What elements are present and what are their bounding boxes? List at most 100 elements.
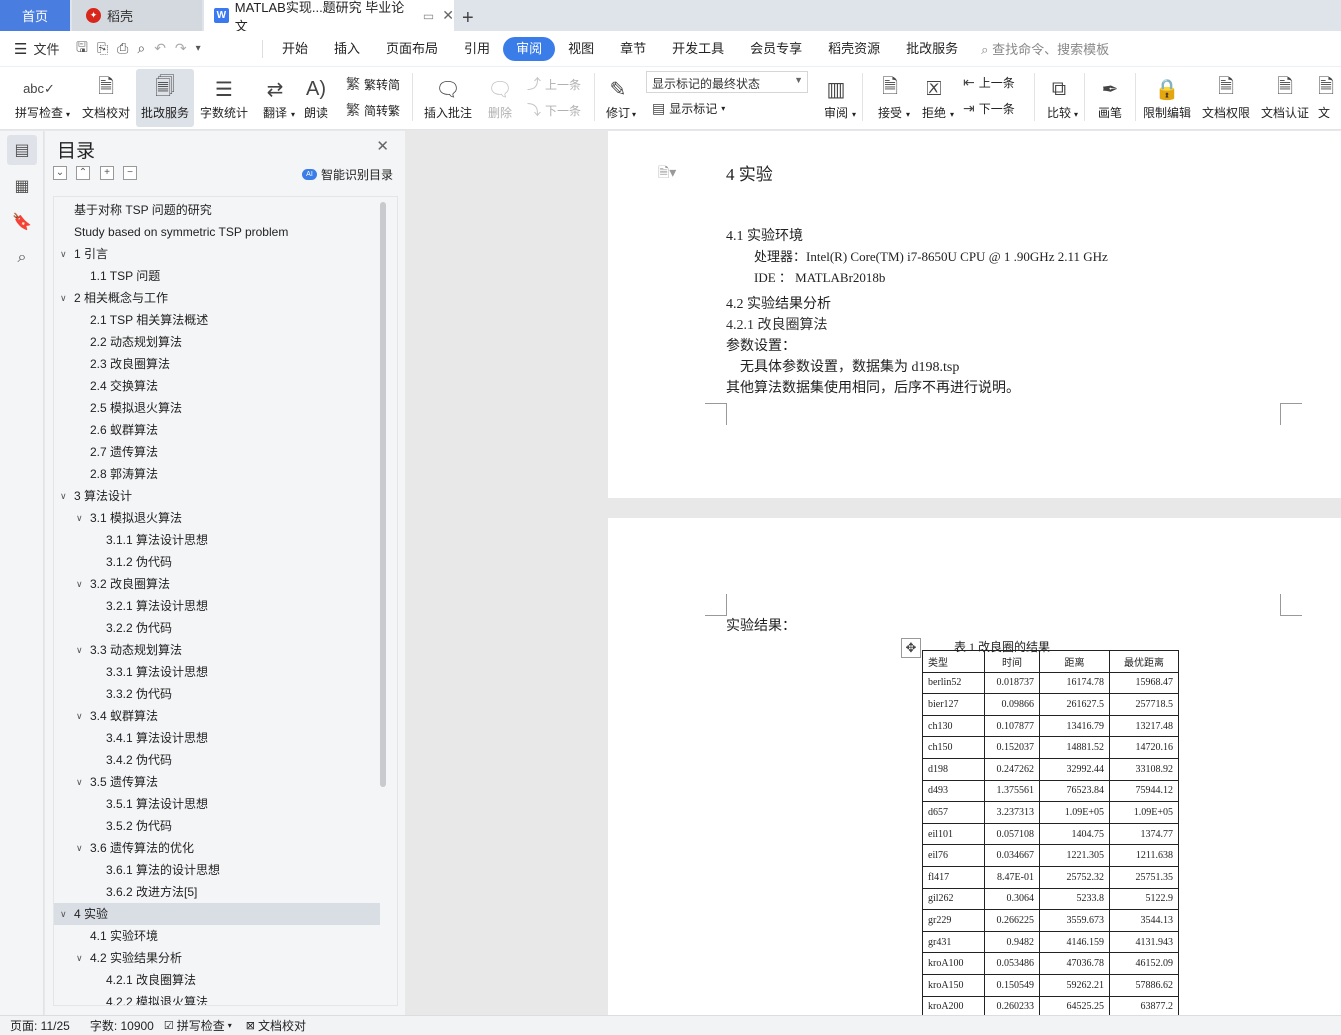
close-tab-icon[interactable]: ✕ [442,7,454,24]
toc-item[interactable]: ∨ 3 算法设计 [54,485,380,507]
chevron-down-icon[interactable]: ∨ [76,771,83,793]
toc-item[interactable]: 基于对称 TSP 问题的研究 [54,199,380,221]
toc-item[interactable]: ∨ 3.3 动态规划算法 [54,639,380,661]
word-count-button[interactable]: ☰ 字数统计 [197,69,251,127]
toc-item[interactable]: 3.5.1 算法设计思想 [54,793,380,815]
track-changes-button[interactable]: ✎ 修订 ▾ [600,69,636,127]
tab-home[interactable]: 首页 [0,0,70,31]
chevron-down-icon[interactable]: ∨ [60,243,67,265]
menu-tab[interactable]: 页面布局 [373,37,451,61]
toc-item[interactable]: 4.2.1 改良圈算法 [54,969,380,991]
customize-chevron-icon[interactable]: ▾ [196,43,201,54]
new-tab-button[interactable]: + [462,3,482,34]
toc-item[interactable]: 3.6.1 算法的设计思想 [54,859,380,881]
next-change-button[interactable]: ⇥ 下一条 [963,100,1015,117]
next-comment-button[interactable]: ⤵ 下一条 [527,100,581,120]
accept-button[interactable]: 🗎 接受 ▾ [870,69,910,127]
close-icon[interactable]: ✕ [376,137,389,155]
restrict-edit-button[interactable]: 🔒 限制编辑 [1140,69,1194,127]
read-aloud-button[interactable]: A) 朗读 [299,69,333,127]
toc-item[interactable]: 3.2.1 算法设计思想 [54,595,380,617]
toc-item[interactable]: 2.1 TSP 相关算法概述 [54,309,380,331]
toc-item[interactable]: ∨ 2 相关概念与工作 [54,287,380,309]
toc-item[interactable]: 3.1.1 算法设计思想 [54,529,380,551]
collapse-all-icon[interactable]: ⌄ [53,166,67,180]
print-icon[interactable]: ⎙ [117,40,128,57]
page-indicator[interactable]: 页面: 11/25 [10,1017,70,1034]
toc-item[interactable]: ∨ 4.2 实验结果分析 [54,947,380,969]
toc-item[interactable]: 3.2.2 伪代码 [54,617,380,639]
smart-toc-button[interactable]: AI 智能识别目录 [301,166,393,183]
menu-tab[interactable]: 开始 [269,37,321,61]
paragraph-menu-icon[interactable]: 🗎▾ [658,162,676,186]
chevron-down-icon[interactable]: ∨ [60,287,67,309]
menu-tab[interactable]: 批改服务 [893,37,971,61]
trad-to-simp-button[interactable]: 繁繁转简 [346,74,400,94]
chevron-down-icon[interactable]: ∨ [60,903,67,925]
menu-tab[interactable]: 会员专享 [737,37,815,61]
chevron-down-icon[interactable]: ∨ [76,573,83,595]
toc-item[interactable]: ∨ 3.1 模拟退火算法 [54,507,380,529]
word-count-status[interactable]: 字数: 10900 [90,1017,154,1034]
search-icon[interactable]: ⌕ [7,243,37,273]
prev-comment-button[interactable]: ⤴ 上一条 [527,74,581,94]
delete-comment-button[interactable]: 🗨 删除 [480,69,520,127]
toc-item[interactable]: 4.2.2 模拟退火算法 [54,991,380,1005]
menu-tab[interactable]: 引用 [451,37,503,61]
menu-tab[interactable]: 视图 [555,37,607,61]
toc-item[interactable]: ∨ 1 引言 [54,243,380,265]
toc-item[interactable]: 2.2 动态规划算法 [54,331,380,353]
chevron-down-icon[interactable]: ∨ [76,639,83,661]
toc-item[interactable]: ∨ 4 实验 [54,903,380,925]
toc-item[interactable]: 2.7 遗传算法 [54,441,380,463]
toc-item[interactable]: 2.5 模拟退火算法 [54,397,380,419]
menu-tab[interactable]: 开发工具 [659,37,737,61]
toc-item[interactable]: 2.8 郭涛算法 [54,463,380,485]
simp-to-trad-button[interactable]: 繁简转繁 [346,100,400,120]
show-markup-button[interactable]: ▤ 显示标记 ▾ [652,100,725,117]
toc-item[interactable]: 1.1 TSP 问题 [54,265,380,287]
file-menu-button[interactable]: ☰ 文件 [0,39,70,58]
spell-check-button[interactable]: abc✓ 拼写检查 ▾ [8,69,70,127]
spell-check-status[interactable]: ☑ 拼写检查 ▾ [164,1017,232,1034]
chapter-nav-icon[interactable]: ▦ [7,171,37,201]
chevron-down-icon[interactable]: ∨ [76,705,83,727]
review-service-button[interactable]: 🗐 批改服务 [136,69,194,127]
redo-icon[interactable]: ↷ [175,40,187,57]
bookmark-icon[interactable]: 🔖 [7,207,37,237]
toc-panel-icon[interactable]: ▤ [7,135,37,165]
menu-tab[interactable]: 审阅 [503,36,556,61]
reject-button[interactable]: 🗵 拒绝 ▾ [914,69,954,127]
print-preview-icon[interactable]: ⌕ [137,40,145,57]
command-search[interactable]: ⌕ 查找命令、搜索模板 [981,39,1109,58]
toc-scrollbar[interactable] [380,202,386,787]
toc-item[interactable]: 2.4 交换算法 [54,375,380,397]
toc-item[interactable]: 3.6.2 改进方法[5] [54,881,380,903]
doc-permission-button[interactable]: 🗎 文档权限 [1199,69,1253,127]
toc-item[interactable]: 3.3.1 算法设计思想 [54,661,380,683]
toc-item[interactable]: 2.3 改良圈算法 [54,353,380,375]
window-icon[interactable]: ▭ [423,9,434,23]
toc-item[interactable]: 4.1 实验环境 [54,925,380,947]
toc-item[interactable]: Study based on symmetric TSP problem [54,221,380,243]
review-pane-button[interactable]: ▥ 审阅 ▾ [816,69,856,127]
expand-up-icon[interactable]: ⌃ [76,166,90,180]
menu-tab[interactable]: 章节 [607,37,659,61]
toc-item[interactable]: ∨ 3.6 遗传算法的优化 [54,837,380,859]
pen-button[interactable]: ✒ 画笔 [1092,69,1128,127]
toc-item[interactable]: 3.4.1 算法设计思想 [54,727,380,749]
toc-item[interactable]: 3.1.2 伪代码 [54,551,380,573]
tab-daoke[interactable]: ✦ 稻壳 [72,0,202,31]
doc-proof-button[interactable]: 🗎 文档校对 [78,69,134,127]
menu-tab[interactable]: 稻壳资源 [815,37,893,61]
menu-tab[interactable]: 插入 [321,37,373,61]
toc-item[interactable]: 3.3.2 伪代码 [54,683,380,705]
chevron-down-icon[interactable]: ∨ [76,837,83,859]
chevron-down-icon[interactable]: ∨ [76,947,83,969]
prev-change-button[interactable]: ⇤ 上一条 [963,74,1015,91]
toc-item[interactable]: 3.4.2 伪代码 [54,749,380,771]
doc-certify-button[interactable]: 🗎 文档认证 [1258,69,1312,127]
translate-button[interactable]: ⇄ 翻译 ▾ [255,69,295,127]
export-pdf-icon[interactable]: ⎘ [97,40,108,57]
chevron-down-icon[interactable]: ∨ [76,507,83,529]
